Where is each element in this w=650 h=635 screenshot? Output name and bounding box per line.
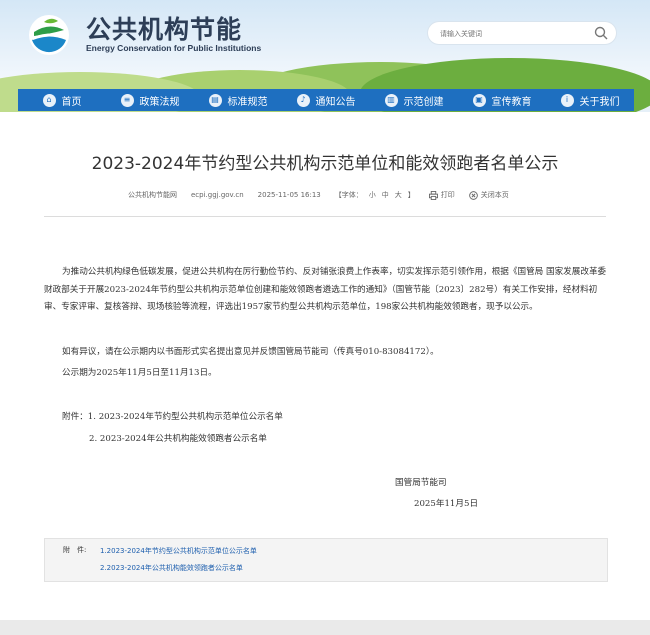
article-paragraph: 如有异议，请在公示期内以书面形式实名提出意见并反馈国管局节能司（传真号010-8… <box>62 347 439 357</box>
nav-item-label: 示范创建 <box>403 96 444 108</box>
info-icon: i <box>560 93 574 107</box>
article-datetime: 2025-11-05 16:13 <box>257 191 321 199</box>
article-meta: 公共机构节能网 ecpi.ggj.gov.cn 2025-11-05 16:13… <box>128 190 509 200</box>
nav-item-label: 首页 <box>61 96 82 108</box>
search-icon[interactable] <box>594 26 608 40</box>
font-size-small[interactable]: 小 <box>369 190 376 200</box>
signature: 国管局节能司 <box>395 478 447 488</box>
attachment-line: 2. 2023-2024年公共机构能效领跑者公示名单 <box>89 434 267 444</box>
nav-item-demonstration[interactable]: ▥ 示范创建 <box>370 89 458 111</box>
nav-item-education[interactable]: ▣ 宣传教育 <box>458 89 546 111</box>
education-icon: ▣ <box>472 93 486 107</box>
close-icon <box>468 190 478 200</box>
search-input[interactable] <box>438 25 590 43</box>
standard-icon: ▤ <box>208 93 222 107</box>
site-header: 公共机构节能 Energy Conservation for Public In… <box>0 0 650 112</box>
document-icon: ▥ <box>384 93 398 107</box>
attachments-box: 附 件: 1.2023-2024年节约型公共机构示范单位公示名单 2.2023-… <box>44 538 608 582</box>
divider <box>44 216 606 217</box>
article-source: 公共机构节能网 <box>128 191 177 199</box>
article-domain: ecpi.ggj.gov.cn <box>191 191 244 199</box>
article-paragraph: 公示期为2025年11月5日至11月13日。 <box>62 368 217 378</box>
article-paragraph: 为推动公共机构绿色低碳发展，促进公共机构在厉行勤俭节约、反对铺张浪费上作表率，切… <box>44 267 607 312</box>
home-icon: ⌂ <box>42 93 56 107</box>
nav-item-label: 宣传教育 <box>491 96 532 108</box>
main-nav: ⌂ 首页 ≡ 政策法规 ▤ 标准规范 ♪ 通知公告 ▥ 示范创建 ▣ 宣传教育 … <box>18 89 634 111</box>
font-size-medium[interactable]: 中 <box>382 190 389 200</box>
attachment-link[interactable]: 1.2023-2024年节约型公共机构示范单位公示名单 <box>100 546 257 556</box>
site-subtitle: Energy Conservation for Public Instituti… <box>86 43 262 53</box>
font-size-close-bracket: 】 <box>407 191 415 199</box>
signature-date: 2025年11月5日 <box>414 499 479 509</box>
nav-item-home[interactable]: ⌂ 首页 <box>18 89 106 111</box>
print-label: 打印 <box>440 191 455 199</box>
font-size-label: 【字体： <box>334 191 363 199</box>
close-page-label: 关闭本页 <box>480 191 509 199</box>
nav-item-notices[interactable]: ♪ 通知公告 <box>282 89 370 111</box>
nav-item-label: 政策法规 <box>139 96 180 108</box>
nav-item-about[interactable]: i 关于我们 <box>546 89 634 111</box>
search-box <box>428 22 616 44</box>
printer-icon <box>428 190 438 200</box>
policy-icon: ≡ <box>120 93 134 107</box>
attachment-link[interactable]: 2.2023-2024年公共机构能效领跑者公示名单 <box>100 563 243 573</box>
bell-icon: ♪ <box>296 93 310 107</box>
attachment-line: 附件：1. 2023-2024年节约型公共机构示范单位公示名单 <box>62 412 283 422</box>
print-button[interactable]: 打印 <box>428 190 455 200</box>
nav-item-policy[interactable]: ≡ 政策法规 <box>106 89 194 111</box>
nav-item-label: 标准规范 <box>227 96 268 108</box>
close-page-button[interactable]: 关闭本页 <box>468 190 509 200</box>
attachments-label: 附 件: <box>63 546 87 554</box>
article-title: 2023-2024年节约型公共机构示范单位和能效领跑者名单公示 <box>91 154 559 174</box>
footer-strip <box>0 620 650 635</box>
font-size-large[interactable]: 大 <box>395 190 402 200</box>
nav-item-standards[interactable]: ▤ 标准规范 <box>194 89 282 111</box>
site-title: 公共机构节能 <box>86 15 243 44</box>
nav-item-label: 关于我们 <box>579 96 620 108</box>
logo-icon <box>29 15 69 55</box>
nav-item-label: 通知公告 <box>315 96 356 108</box>
